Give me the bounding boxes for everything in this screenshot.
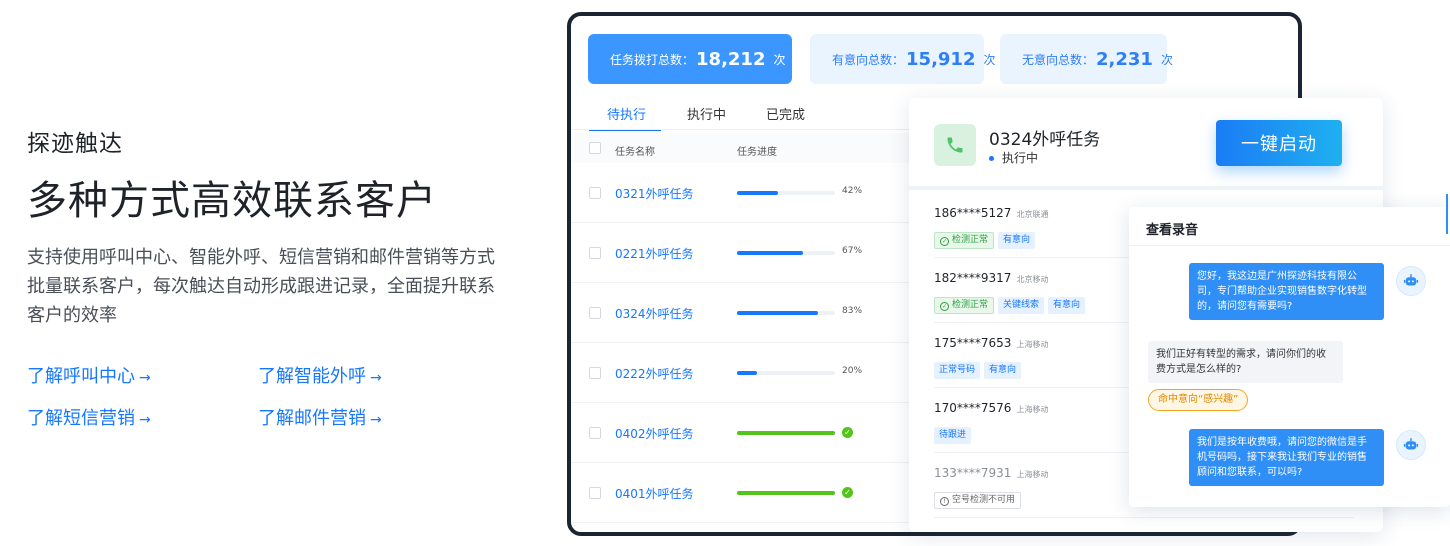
progress-fill (737, 371, 757, 375)
edge-accent (1446, 194, 1448, 234)
status-tag: 待跟进 (934, 427, 972, 444)
recording-panel: 查看录音 您好，我这边是广州探迹科技有限公司，专门帮助企业实现销售数字化转型的，… (1129, 207, 1450, 507)
carrier-label: 上海移动 (1016, 470, 1049, 479)
carrier-label: 上海移动 (1016, 405, 1049, 414)
select-all-checkbox[interactable] (589, 142, 601, 154)
robot-avatar-icon (1396, 430, 1426, 460)
progress-fill (737, 491, 835, 495)
phone-number: 133****7931 上海移动 (934, 466, 1049, 480)
bot-message: 我们是按年收费哦，请问您的微信是手机号码吗，接下来我让我们专业的销售顾问和您联系… (1189, 429, 1384, 486)
phone-number: 175****7653 上海移动 (934, 336, 1049, 350)
progress-bar (737, 311, 835, 315)
row-checkbox[interactable] (589, 367, 601, 379)
stat-no-intent-total: 无意向总数： 2,231 次 (1000, 34, 1173, 84)
row-checkbox[interactable] (589, 487, 601, 499)
call-tags: 正常号码 有意向 (934, 357, 1025, 379)
call-tags: ! 空号检测不可用 (934, 487, 1025, 509)
header-divider (909, 186, 1383, 190)
bot-message: 您好，我这边是广州探迹科技有限公司，专门帮助企业实现销售数字化转型的，请问您有需… (1189, 263, 1384, 320)
carrier-label: 北京移动 (1016, 275, 1049, 284)
carrier-label: 北京联通 (1016, 210, 1049, 219)
progress-percent: 20% (842, 366, 863, 376)
column-task-progress: 任务进度 (737, 147, 777, 158)
progress-bar (737, 371, 835, 375)
phone-number: 182****9317 北京移动 (934, 271, 1049, 285)
status-tag: 正常号码 (934, 362, 981, 379)
stat-total-calls: 任务拨打总数： 18,212 次 (588, 34, 792, 84)
tab-pending[interactable]: 待执行 (607, 104, 646, 123)
eyebrow-title: 探迹触达 (27, 131, 123, 157)
task-name-link[interactable]: 0401外呼任务 (615, 485, 694, 502)
status-tag: 有意向 (1048, 297, 1086, 314)
one-click-start-button[interactable]: 一键启动 (1216, 120, 1342, 166)
task-name-link[interactable]: 0221外呼任务 (615, 245, 694, 262)
progress-bar (737, 431, 835, 435)
description: 支持使用呼叫中心、智能外呼、短信营销和邮件营销等方式批量联系客户，每次触达自动形… (27, 247, 495, 326)
progress-bar (737, 191, 835, 195)
task-header: 0324外呼任务 执行中 一键启动 (909, 98, 1383, 186)
progress-fill (737, 311, 819, 315)
task-status: 执行中 (989, 149, 1038, 166)
status-tag: 关键线索 (998, 297, 1045, 314)
progress-bar (737, 491, 835, 495)
arrow-right-icon: → (139, 412, 151, 428)
task-name-link[interactable]: 0402外呼任务 (615, 425, 694, 442)
check-circle-icon: ✓ (842, 487, 853, 498)
progress-fill (737, 431, 835, 435)
progress-percent: 83% (842, 306, 863, 316)
row-checkbox[interactable] (589, 247, 601, 259)
link-email-marketing[interactable]: 了解邮件营销 → (258, 404, 382, 430)
status-tag: 有意向 (984, 362, 1022, 379)
progress-percent: 42% (842, 186, 863, 196)
arrow-right-icon: → (370, 412, 382, 428)
status-tag: ✓ 检测正常 (934, 232, 995, 249)
tab-running[interactable]: 执行中 (687, 104, 726, 123)
tab-completed[interactable]: 已完成 (766, 104, 805, 123)
link-call-center[interactable]: 了解呼叫中心 → (27, 362, 151, 388)
link-sms-marketing[interactable]: 了解短信营销 → (27, 404, 151, 430)
link-smart-outbound[interactable]: 了解智能外呼 → (258, 362, 382, 388)
phone-number: 186****5127 北京联通 (934, 206, 1049, 220)
row-checkbox[interactable] (589, 427, 601, 439)
row-checkbox[interactable] (589, 187, 601, 199)
progress-fill (737, 191, 779, 195)
progress-percent: 67% (842, 246, 863, 256)
robot-avatar-icon (1396, 266, 1426, 296)
status-tag: ✓ 检测正常 (934, 297, 995, 314)
phone-number: 170****7576 上海移动 (934, 401, 1049, 415)
check-circle-icon: ✓ (940, 237, 949, 246)
call-tags: 待跟进 (934, 422, 975, 444)
recording-title: 查看录音 (1146, 223, 1199, 238)
task-name-link[interactable]: 0321外呼任务 (615, 185, 694, 202)
check-circle-icon: ✓ (842, 427, 853, 438)
status-tag: ! 空号检测不可用 (934, 492, 1022, 509)
task-name-link[interactable]: 0324外呼任务 (615, 305, 694, 322)
status-dot-icon (989, 156, 994, 161)
call-tags: ✓ 检测正常 有意向 (934, 227, 1039, 249)
progress-bar (737, 251, 835, 255)
phone-icon (934, 124, 976, 166)
task-title: 0324外呼任务 (989, 130, 1101, 150)
arrow-right-icon: → (370, 370, 382, 386)
row-checkbox[interactable] (589, 307, 601, 319)
panel-divider (1129, 245, 1450, 246)
headline: 多种方式高效联系客户 (27, 178, 437, 224)
info-icon: ! (940, 497, 949, 506)
stat-intent-total: 有意向总数： 15,912 次 (810, 34, 996, 84)
check-circle-icon: ✓ (940, 302, 949, 311)
arrow-right-icon: → (139, 370, 151, 386)
progress-fill (737, 251, 803, 255)
intent-hit-badge: 命中意向“感兴趣” (1148, 389, 1249, 411)
carrier-label: 上海移动 (1016, 340, 1049, 349)
call-tags: ✓ 检测正常 关键线索 有意向 (934, 292, 1089, 314)
task-name-link[interactable]: 0222外呼任务 (615, 365, 694, 382)
customer-message: 我们正好有转型的需求，请问你们的收费方式是怎么样的? (1148, 341, 1343, 383)
status-tag: 有意向 (998, 232, 1036, 249)
column-task-name: 任务名称 (615, 147, 655, 158)
